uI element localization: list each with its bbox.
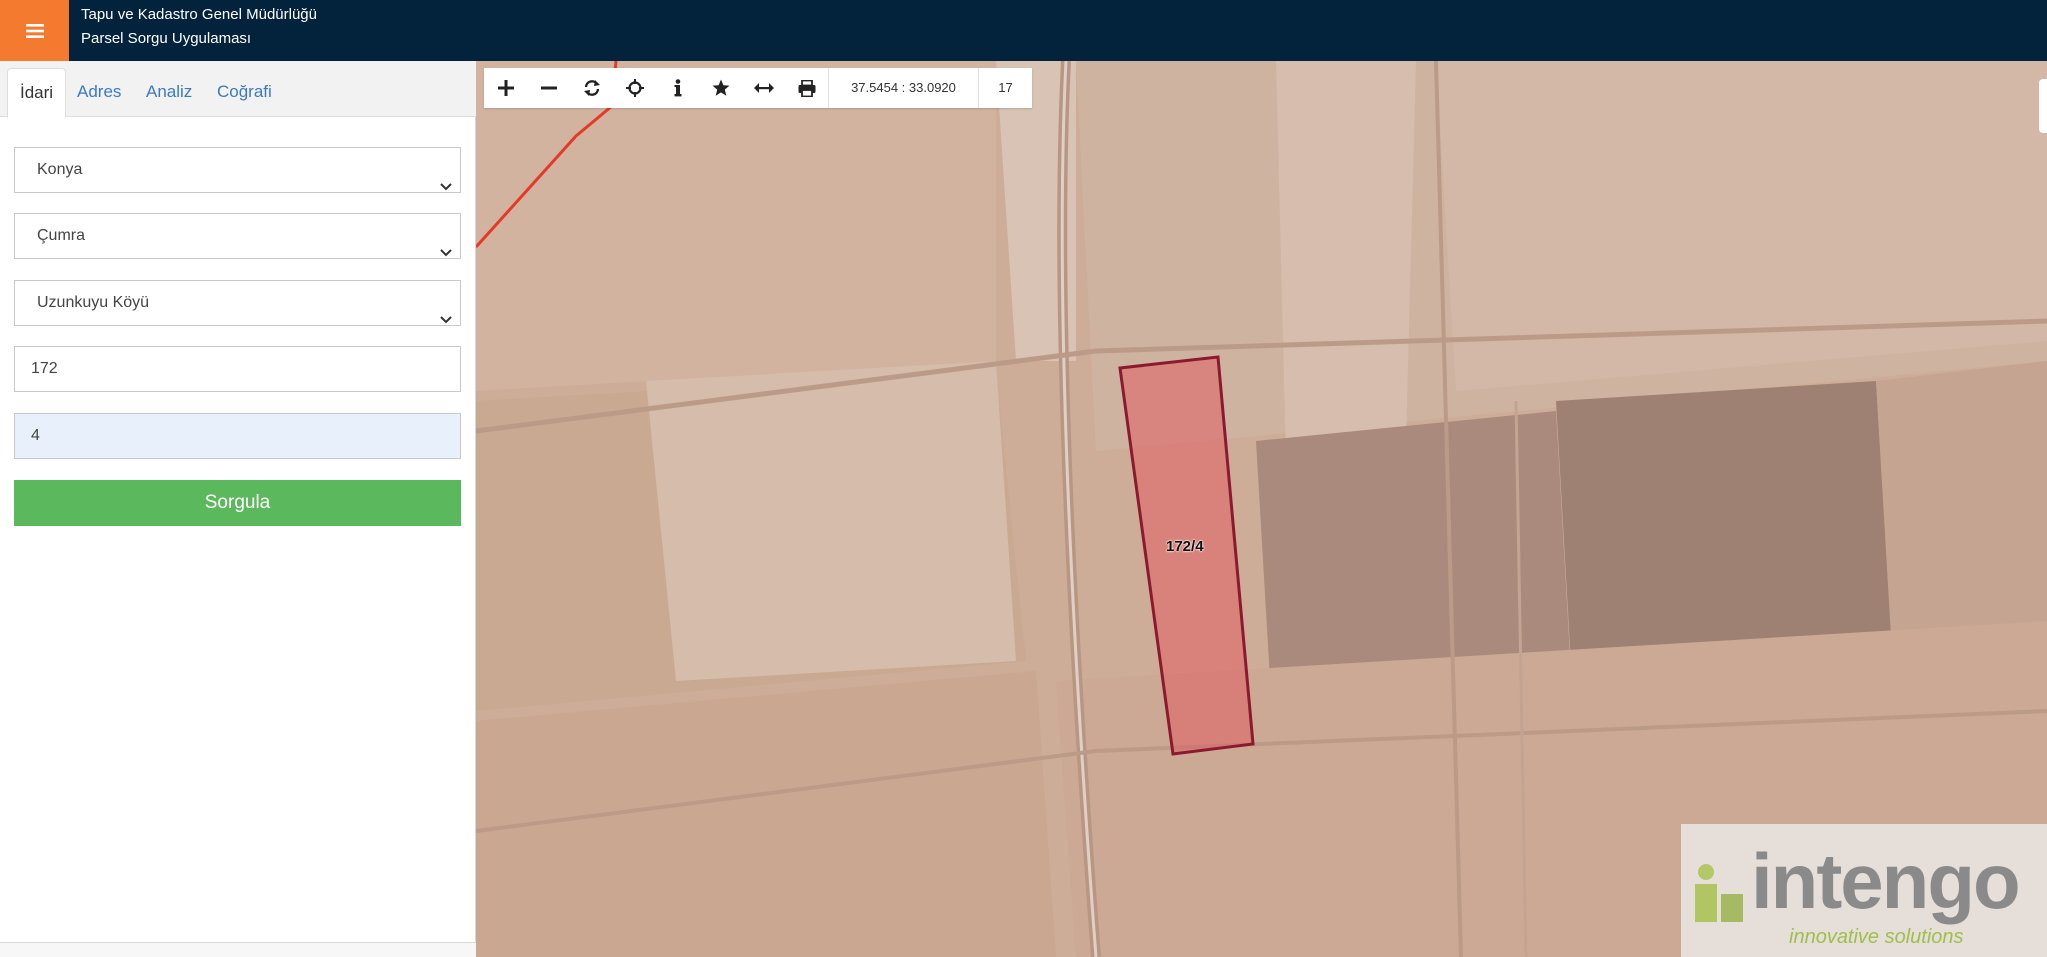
plus-icon	[497, 80, 514, 96]
tab-cografi[interactable]: Coğrafi	[205, 68, 284, 118]
app-title-line2: Parsel Sorgu Uygulaması	[81, 30, 252, 47]
neighborhood-select[interactable]: Uzunkuyu Köyü	[14, 280, 461, 326]
zoom-level: 17	[978, 68, 1032, 108]
crosshair-icon	[625, 79, 644, 97]
logo-brand: intengo	[1751, 837, 2021, 925]
map-toolbar: 37.5454 : 33.0920 17	[484, 68, 1032, 108]
refresh-button[interactable]	[570, 68, 613, 108]
info-icon	[673, 79, 683, 97]
satellite-imagery	[476, 61, 2047, 957]
info-button[interactable]	[656, 68, 699, 108]
query-button[interactable]: Sorgula	[14, 480, 461, 526]
zoom-out-button[interactable]	[527, 68, 570, 108]
favorite-button[interactable]	[699, 68, 742, 108]
parcel-label[interactable]: 172/4	[1166, 538, 1204, 555]
sidebar-footer	[0, 942, 476, 957]
refresh-icon	[583, 79, 601, 97]
chevron-down-icon	[440, 165, 452, 209]
print-button[interactable]	[785, 68, 828, 108]
neighborhood-value: Uzunkuyu Köyü	[37, 294, 150, 311]
measure-button[interactable]	[742, 68, 785, 108]
logo-tagline: innovative solutions	[1789, 926, 1964, 948]
minus-icon	[540, 80, 557, 96]
app-title: Tapu ve Kadastro Genel Müdürlüğü Parsel …	[81, 3, 317, 51]
tab-idari[interactable]: İdari	[7, 68, 67, 118]
map-view[interactable]: 37.5454 : 33.0920 17 172/4 intengo innov…	[476, 61, 2047, 957]
province-select[interactable]: Konya	[14, 147, 461, 193]
chevron-down-icon	[440, 298, 452, 342]
menu-button[interactable]	[0, 0, 69, 61]
chevron-down-icon	[440, 231, 452, 275]
parcel-input[interactable]: 4	[14, 413, 461, 459]
province-value: Konya	[37, 161, 83, 178]
zoom-in-button[interactable]	[484, 68, 527, 108]
logo-mark	[1687, 854, 1749, 929]
measure-icon	[753, 82, 774, 94]
sidebar: İdari Adres Analiz Coğrafi Konya Çumra U…	[0, 61, 476, 957]
print-icon	[798, 79, 816, 97]
star-icon	[712, 79, 730, 97]
side-panel-handle[interactable]	[2039, 79, 2047, 133]
watermark-logo: intengo innovative solutions	[1681, 824, 2047, 957]
app-title-line1: Tapu ve Kadastro Genel Müdürlüğü	[81, 6, 317, 23]
app-header: Tapu ve Kadastro Genel Müdürlüğü Parsel …	[0, 0, 2047, 61]
district-select[interactable]: Çumra	[14, 213, 461, 259]
district-value: Çumra	[37, 227, 86, 244]
block-input[interactable]: 172	[14, 346, 461, 392]
tab-analiz[interactable]: Analiz	[134, 68, 204, 118]
hamburger-icon	[25, 23, 44, 38]
coordinate-readout: 37.5454 : 33.0920	[828, 68, 978, 108]
tab-adres[interactable]: Adres	[65, 68, 133, 118]
sidebar-tabs: İdari Adres Analiz Coğrafi	[0, 61, 476, 118]
locate-button[interactable]	[613, 68, 656, 108]
